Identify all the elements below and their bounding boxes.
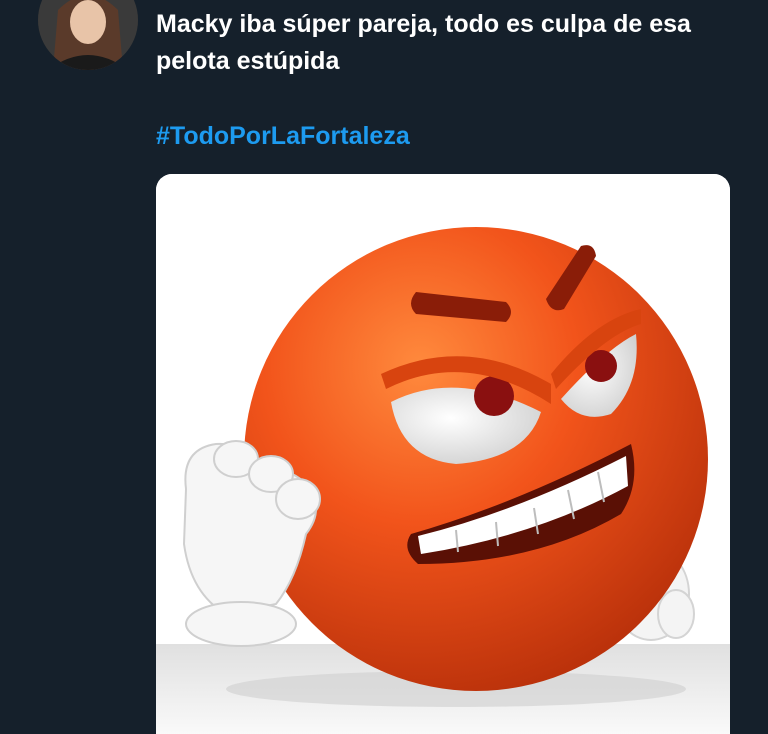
tweet-text: Macky iba súper pareja, todo es culpa de… bbox=[156, 10, 691, 75]
hashtag-link[interactable]: #TodoPorLaFortaleza bbox=[156, 118, 410, 155]
tweet-media[interactable] bbox=[156, 174, 730, 734]
avatar[interactable] bbox=[38, 0, 138, 70]
angry-emoji-icon bbox=[156, 174, 730, 734]
avatar-image bbox=[38, 0, 138, 70]
tweet[interactable]: Macky iba súper pareja, todo es culpa de… bbox=[0, 0, 768, 734]
